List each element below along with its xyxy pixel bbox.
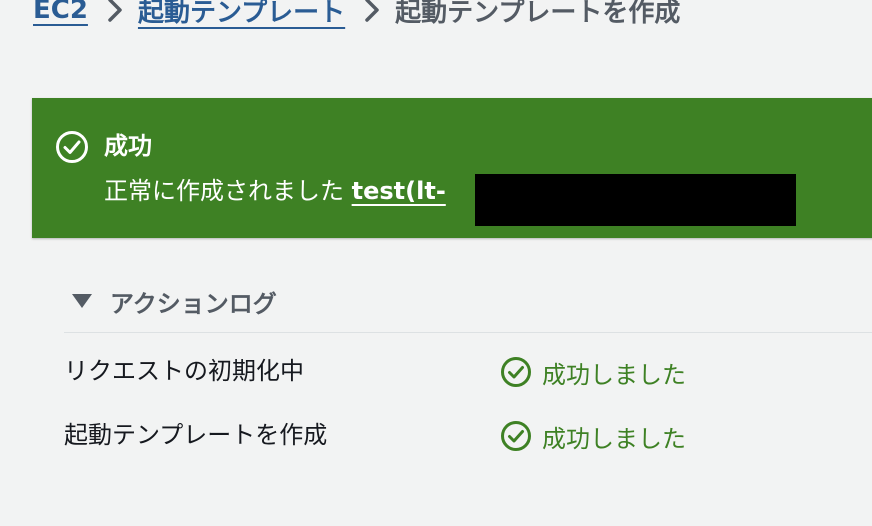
action-log-row-status: 成功しました	[500, 352, 686, 392]
action-log-row-label: 起動テンプレートを作成	[64, 421, 328, 449]
page: EC2 起動テンプレート 起動テンプレートを作成 成功 正常に作成されました t…	[0, 0, 872, 526]
breadcrumb-ec2-link[interactable]: EC2	[33, 0, 88, 25]
check-circle-icon	[500, 356, 532, 388]
status-text: 成功しました	[542, 424, 686, 453]
action-log-toggle[interactable]: アクションログ	[72, 281, 277, 321]
breadcrumb-current-page: 起動テンプレートを作成	[395, 0, 681, 28]
flash-header: 成功	[104, 132, 152, 160]
chevron-right-icon	[108, 0, 122, 22]
section-divider	[64, 332, 872, 333]
flash-message: 正常に作成されました test(lt-	[104, 172, 446, 210]
launch-template-link[interactable]: test(lt-	[352, 177, 446, 205]
caret-down-icon	[72, 294, 92, 308]
action-log-row-status: 成功しました	[500, 416, 686, 456]
flash-message-text: 正常に作成されました	[104, 177, 352, 205]
action-log-row-label: リクエストの初期化中	[64, 357, 304, 385]
redaction-box	[475, 174, 796, 226]
breadcrumb-launch-templates-link[interactable]: 起動テンプレート	[138, 0, 345, 29]
check-circle-icon	[55, 130, 89, 164]
chevron-right-icon	[365, 0, 379, 22]
breadcrumb: EC2 起動テンプレート 起動テンプレートを作成	[33, 0, 680, 32]
status-text: 成功しました	[542, 360, 686, 389]
action-log-title: アクションログ	[110, 289, 277, 318]
check-circle-icon	[500, 420, 532, 452]
